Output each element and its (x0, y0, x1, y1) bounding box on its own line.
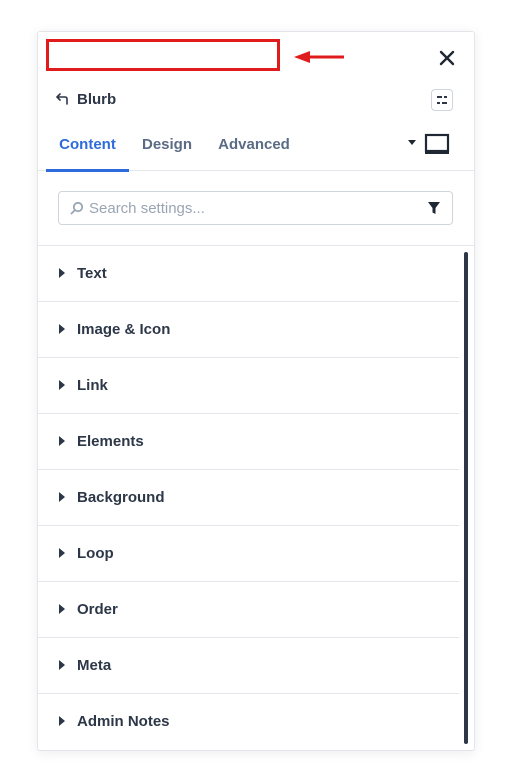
group-loop[interactable]: Loop (37, 526, 459, 582)
group-meta[interactable]: Meta (37, 638, 459, 694)
group-admin-notes[interactable]: Admin Notes (37, 694, 459, 750)
group-label: Text (77, 265, 107, 282)
search-icon (70, 201, 84, 215)
caret-right-icon (59, 492, 65, 502)
annotation-arrow-icon (294, 51, 344, 63)
group-label: Meta (77, 657, 112, 674)
group-link[interactable]: Link (37, 358, 459, 414)
group-order[interactable]: Order (37, 582, 459, 638)
caret-right-icon (59, 436, 65, 446)
group-elements[interactable]: Elements (37, 414, 459, 470)
group-image-icon[interactable]: Image & Icon (37, 302, 459, 358)
back-arrow-icon[interactable] (56, 92, 70, 106)
presets-button[interactable] (431, 89, 453, 111)
close-button[interactable] (433, 46, 461, 70)
settings-groups: Text Image & Icon Link Elements Backgrou… (37, 246, 459, 750)
group-label: Image & Icon (77, 321, 171, 338)
tab-content[interactable]: Content (46, 127, 129, 172)
tab-advanced[interactable]: Advanced (213, 127, 295, 171)
caret-right-icon (59, 716, 65, 726)
search-box (58, 191, 453, 225)
caret-right-icon (59, 324, 65, 334)
caret-right-icon (59, 268, 65, 278)
settings-tabs: Content Design Advanced (37, 127, 475, 172)
caret-right-icon (59, 380, 65, 390)
chevron-down-icon (408, 140, 416, 145)
tab-design[interactable]: Design (137, 127, 197, 171)
group-label: Loop (77, 545, 114, 562)
view-mode-dropdown[interactable] (405, 133, 453, 157)
search-section (37, 172, 475, 246)
annotation-highlight-box (46, 39, 280, 71)
search-input[interactable] (89, 192, 409, 224)
group-label: Elements (77, 433, 144, 450)
group-label: Order (77, 601, 118, 618)
module-title-row: Blurb (37, 87, 475, 113)
presets-icon (437, 96, 447, 104)
group-background[interactable]: Background (37, 470, 459, 526)
filter-icon[interactable] (427, 201, 441, 215)
group-label: Link (77, 377, 108, 394)
scrollbar[interactable] (464, 252, 468, 744)
group-text[interactable]: Text (37, 246, 459, 302)
caret-right-icon (59, 548, 65, 558)
group-label: Background (77, 489, 165, 506)
desktop-view-icon (424, 133, 450, 154)
group-label: Admin Notes (77, 713, 170, 730)
module-title: Blurb (77, 91, 117, 108)
caret-right-icon (59, 604, 65, 614)
close-icon (439, 50, 455, 66)
caret-right-icon (59, 660, 65, 670)
